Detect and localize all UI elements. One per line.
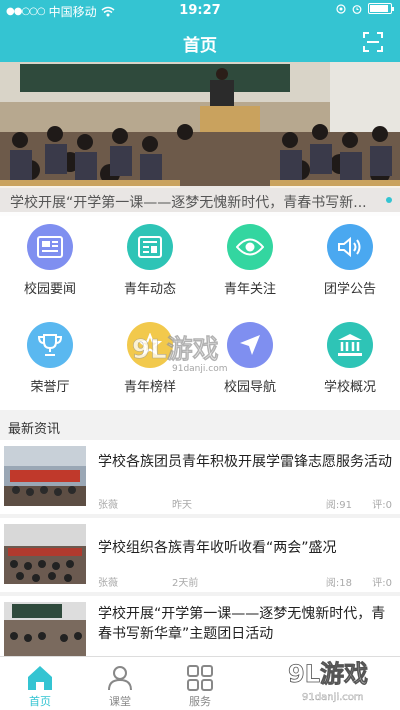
location-icon (336, 3, 346, 14)
grid-item-label: 校园导航 (223, 380, 276, 395)
grid-item-label: 荣誉厅 (30, 380, 70, 395)
news-read-count: 阅:18 (325, 578, 352, 589)
news-card-icon (127, 224, 173, 270)
news-time: 2天前 (172, 578, 199, 589)
news-title: 学校各族团员青年积极开展学雷锋志愿服务活动 (98, 454, 392, 470)
alarm-icon (352, 4, 362, 14)
feature-grid: 校园要闻 青年动态 青年关注 团学公告 荣誉厅 青年榜样 校园导航 学校概况 (0, 216, 400, 410)
speaker-icon (327, 224, 373, 270)
grid-item-label: 学校概况 (323, 380, 376, 395)
news-thumbnail (4, 602, 86, 662)
grid-item-youth-focus[interactable]: 青年关注 (200, 216, 300, 312)
news-read-count: 阅:91 (325, 500, 352, 511)
grid-icon (187, 665, 213, 691)
scan-icon[interactable] (362, 31, 384, 53)
tab-label: 课堂 (109, 695, 131, 708)
nav-bar: 首页 (0, 22, 400, 62)
home-icon (28, 666, 52, 690)
news-author: 张薇 (98, 500, 118, 511)
carousel-dot (386, 197, 392, 203)
news-thumbnail (4, 524, 86, 584)
news-comment-count: 评:0 (372, 500, 392, 511)
grid-item-label: 团学公告 (323, 282, 376, 297)
grid-item-honor-hall[interactable]: 荣誉厅 (0, 314, 100, 410)
watermark-logo: 9L游戏 91danji.com (132, 335, 228, 374)
news-title: 学校组织各族青年收听收看“两会”盛况 (98, 540, 337, 556)
news-author: 张薇 (98, 578, 118, 589)
grid-item-label: 校园要闻 (23, 282, 76, 297)
grid-item-announcements[interactable]: 团学公告 (300, 216, 400, 312)
svg-text:91danji.com: 91danji.com (172, 364, 227, 374)
news-comment-count: 评:0 (372, 578, 392, 589)
banner-caption[interactable]: 学校开展“开学第一课——逐梦无愧新时代，青春书写新... (0, 186, 400, 216)
svg-text:9L游戏: 9L游戏 (132, 335, 219, 365)
grid-item-school-overview[interactable]: 学校概况 (300, 314, 400, 410)
grid-item-label: 青年动态 (123, 282, 176, 297)
news-item[interactable]: 学校各族团员青年积极开展学雷锋志愿服务活动 张薇 昨天 阅:91 评:0 (0, 440, 400, 514)
watermark-logo: 9L游戏 91danji.com (288, 660, 369, 704)
tab-home[interactable]: 首页 (0, 657, 80, 710)
tab-label: 首页 (29, 695, 51, 708)
users-icon (108, 666, 132, 691)
news-title: 学校开展“开学第一课——逐梦无愧新时代，青春书写新华章”主题团日活动 (98, 606, 386, 642)
news-item[interactable]: 学校开展“开学第一课——逐梦无愧新时代，青春书写新华章”主题团日活动 (0, 596, 400, 662)
svg-text:9L游戏: 9L游戏 (288, 660, 368, 688)
page-title: 首页 (183, 36, 217, 56)
grid-item-label: 青年榜样 (123, 380, 176, 395)
grid-item-youth-news[interactable]: 青年动态 (100, 216, 200, 312)
svg-text:91danji.com: 91danji.com (302, 692, 364, 703)
grid-item-label: 青年关注 (223, 282, 276, 297)
news-item[interactable]: 学校组织各族青年收听收看“两会”盛况 张薇 2天前 阅:18 评:0 (0, 518, 400, 592)
battery-icon (368, 3, 394, 14)
status-bar: ●●○○○ 中国移动 19:27 (0, 0, 400, 22)
section-title: 最新资讯 (0, 410, 400, 440)
tab-classroom[interactable]: 课堂 (80, 657, 160, 710)
newspaper-icon (27, 224, 73, 270)
news-thumbnail (4, 446, 86, 506)
grid-item-campus-news[interactable]: 校园要闻 (0, 216, 100, 312)
trophy-icon (27, 322, 73, 368)
tab-label: 服务 (189, 695, 211, 708)
institution-icon (327, 322, 373, 368)
news-time: 昨天 (172, 500, 192, 511)
tab-services[interactable]: 服务 (160, 657, 240, 710)
carousel-indicator (386, 197, 392, 203)
eye-icon (227, 224, 273, 270)
